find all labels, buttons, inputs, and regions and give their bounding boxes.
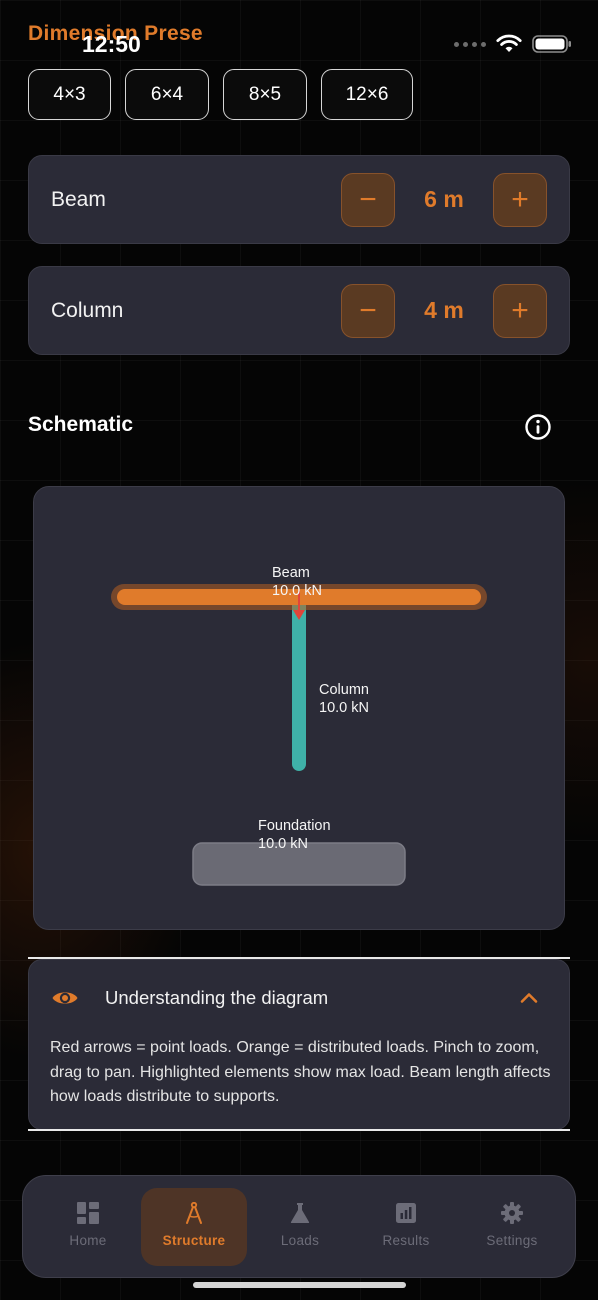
cellular-signal-icon (454, 41, 486, 47)
beam-length-label: Beam (51, 187, 106, 211)
foundation-load: 10.0 kN (258, 836, 308, 852)
grid-icon (77, 1202, 99, 1224)
tab-results[interactable]: Results (353, 1188, 459, 1266)
tab-results-label: Results (382, 1233, 430, 1248)
understanding-diagram-text: Red arrows = point loads. Orange = distr… (50, 1039, 551, 1105)
foundation-diagram-label: Foundation 10.0 kN (258, 817, 331, 853)
tab-loads-label: Loads (280, 1233, 320, 1248)
beam-name: Beam (272, 565, 310, 581)
preset-button-6x4[interactable]: 6×4 (125, 69, 209, 120)
schematic-diagram[interactable]: Beam 10.0 kN Column 10.0 kN Foundation 1… (33, 486, 565, 930)
tab-structure-label: Structure (162, 1233, 226, 1248)
column-length-label: Column (51, 298, 124, 322)
beam-increase-button[interactable]: + (493, 172, 547, 227)
wifi-icon (496, 34, 522, 52)
column-diagram-label: Column 10.0 kN (319, 681, 369, 717)
understanding-diagram-header[interactable]: Understanding the diagram (51, 984, 547, 1012)
tab-settings[interactable]: Settings (459, 1188, 565, 1266)
status-time: 12:50 (82, 31, 141, 57)
beam-length-stepper: − 6 m + (341, 172, 547, 227)
preset-button-12x6[interactable]: 12×6 (321, 69, 413, 120)
compass-icon (186, 1202, 202, 1224)
column-length-stepper: − 4 m + (341, 283, 547, 338)
bar-chart-icon (396, 1203, 416, 1223)
tab-home[interactable]: Home (35, 1188, 141, 1266)
beam-load: 10.0 kN (272, 583, 322, 599)
preset-button-8x5[interactable]: 8×5 (223, 69, 307, 120)
understanding-diagram-panel: Understanding the diagram Red arrows = p… (28, 959, 570, 1130)
beam-decrease-button[interactable]: − (341, 172, 395, 227)
column-load: 10.0 kN (319, 700, 369, 716)
flask-icon (290, 1203, 310, 1223)
bottom-tab-bar: Home Structure Loads Results Settings (22, 1175, 576, 1278)
column-name: Column (319, 682, 369, 698)
home-indicator[interactable] (193, 1282, 406, 1288)
gear-icon (501, 1202, 523, 1224)
tab-structure[interactable]: Structure (141, 1188, 247, 1266)
info-icon[interactable] (524, 413, 552, 441)
foundation-name: Foundation (258, 818, 331, 834)
divider (28, 1129, 570, 1131)
column-length-card: Column − 4 m + (28, 266, 570, 355)
schematic-title: Schematic (28, 413, 134, 436)
tab-loads[interactable]: Loads (247, 1188, 353, 1266)
beam-length-value: 6 m (424, 186, 464, 212)
tab-settings-label: Settings (486, 1233, 538, 1248)
beam-diagram-label: Beam 10.0 kN (272, 564, 322, 600)
chevron-up-icon[interactable] (519, 991, 539, 1005)
column-length-value: 4 m (424, 297, 464, 323)
battery-icon (532, 35, 571, 53)
understanding-diagram-title: Understanding the diagram (105, 987, 329, 1008)
schematic-canvas (111, 584, 487, 886)
status-indicators (454, 34, 572, 54)
tab-home-label: Home (69, 1233, 107, 1248)
dimension-preset-list: 4×3 6×4 8×5 12×6 (28, 69, 413, 120)
eye-icon (52, 992, 78, 1004)
column-decrease-button[interactable]: − (341, 283, 395, 338)
beam-length-card: Beam − 6 m + (28, 155, 570, 244)
column-increase-button[interactable]: + (493, 283, 547, 338)
preset-button-4x3[interactable]: 4×3 (28, 69, 111, 120)
